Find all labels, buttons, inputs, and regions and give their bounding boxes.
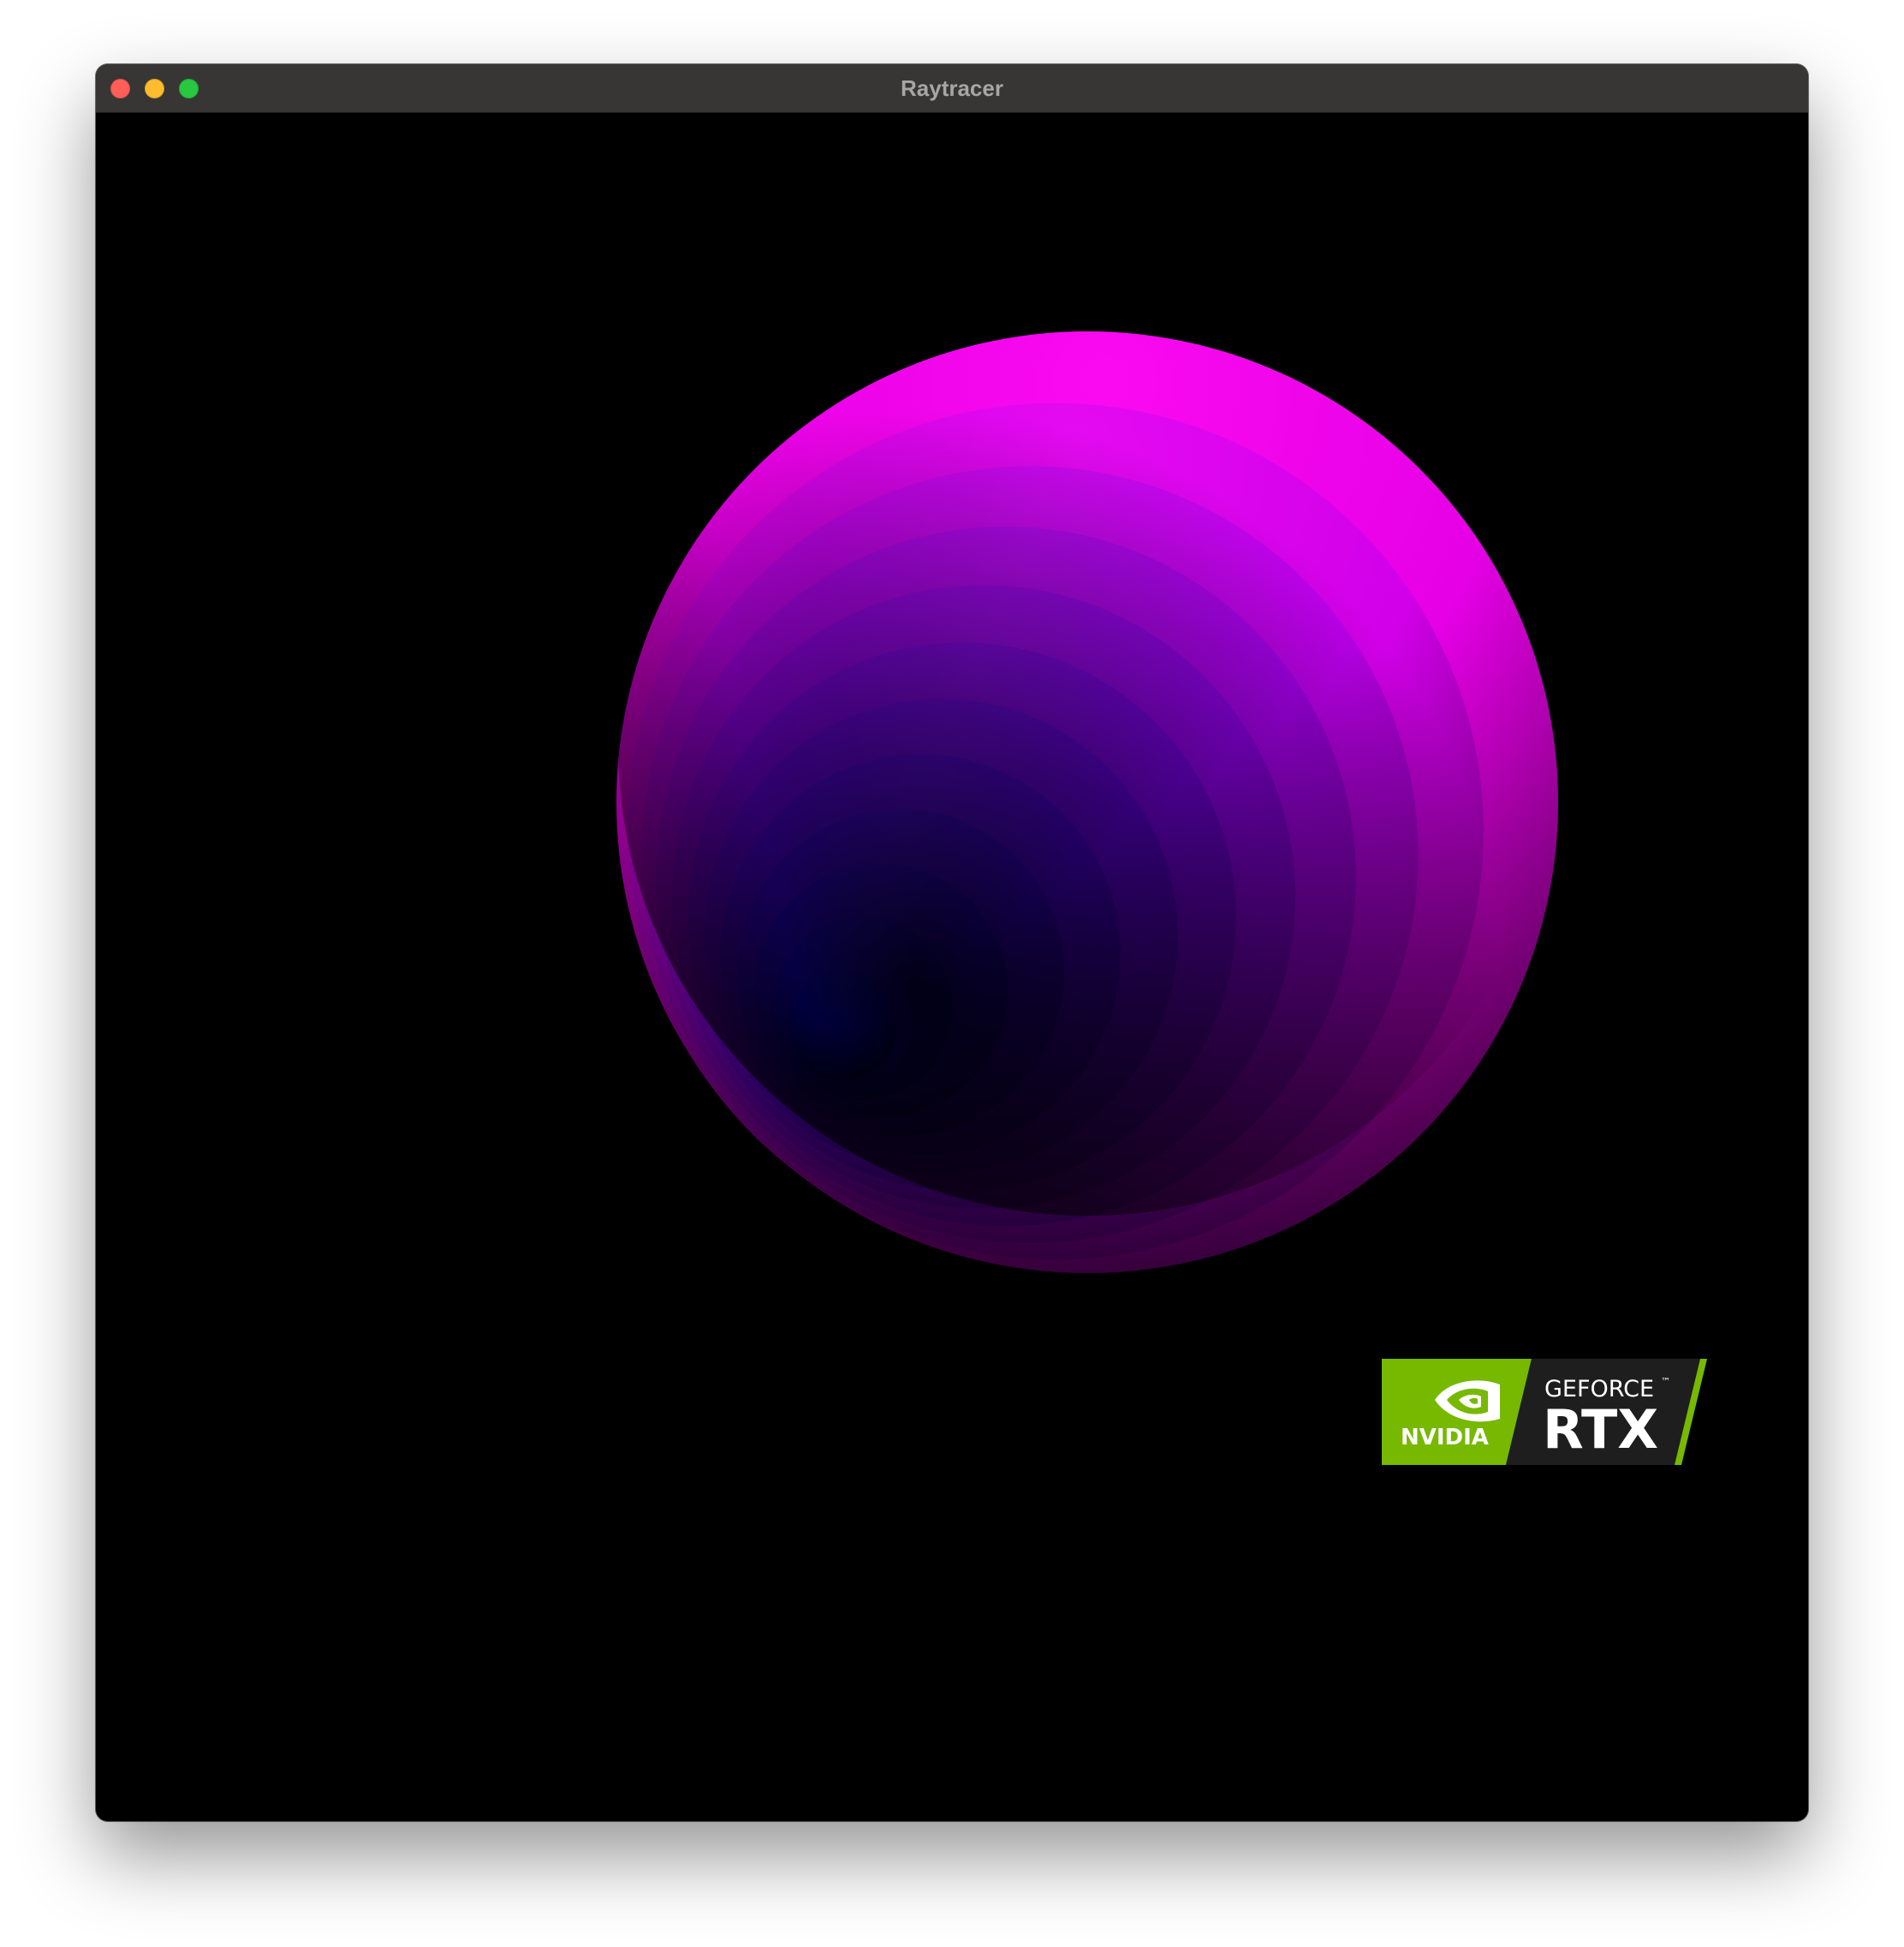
app-window: Raytracer NVIDIA GEFORCE ™ RTX [96,64,1808,1821]
sphere-shadow [618,277,1556,1216]
window-title: Raytracer [901,75,1003,101]
render-canvas: NVIDIA GEFORCE ™ RTX [96,113,1808,1821]
badge-product: RTX [1543,1398,1658,1461]
title-bar[interactable]: Raytracer [96,64,1808,113]
rendered-sphere-image [616,277,1558,1273]
nvidia-geforce-rtx-logo: NVIDIA GEFORCE ™ RTX [1382,1359,1707,1465]
badge-trademark: ™ [1661,1376,1670,1387]
badge-brand: NVIDIA [1401,1425,1489,1450]
